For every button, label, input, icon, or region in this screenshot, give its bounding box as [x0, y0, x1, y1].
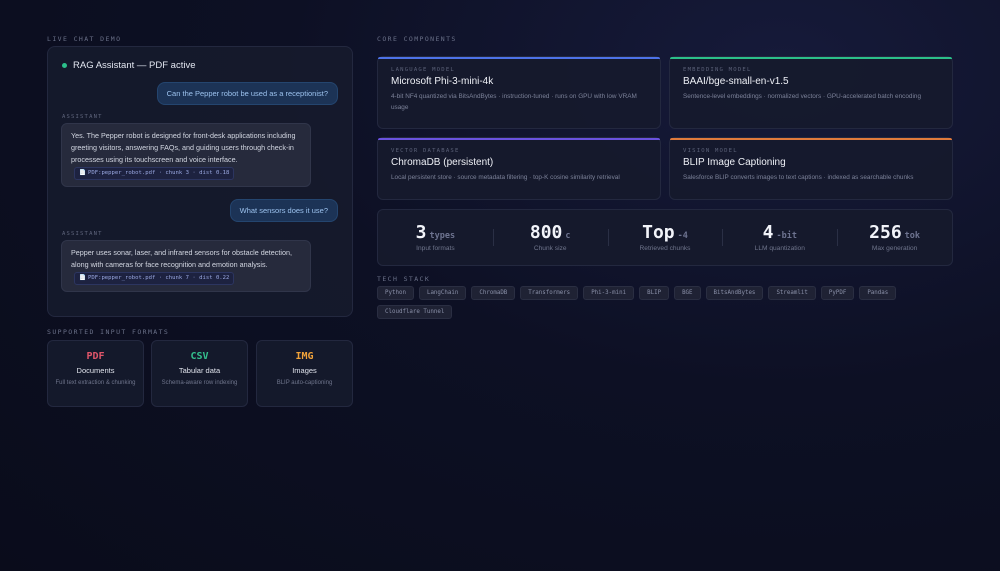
tech-chip-chromadb: ChromaDB	[471, 286, 516, 300]
accent-line	[670, 138, 952, 140]
format-card-img: IMG Images BLIP auto-captioning	[256, 340, 353, 407]
component-card-embedding-model: EMBEDDING MODEL BAAI/bge-small-en-v1.5 S…	[669, 56, 953, 129]
stat-input-formats: 3 types Input formats	[378, 222, 493, 253]
component-desc: Sentence-level embeddings · normalized v…	[683, 93, 921, 100]
stat-label: LLM quantization	[754, 245, 805, 252]
stat-label: Retrieved chunks	[639, 245, 691, 252]
tech-chip-phi-3-mini: Phi-3-mini	[583, 286, 635, 300]
stat-unit: -bit	[776, 231, 797, 241]
assistant-message-text: Pepper uses sonar, laser, and infrared s…	[71, 248, 292, 269]
user-message: Can the Pepper robot be used as a recept…	[156, 82, 338, 105]
stat-label: Max generation	[871, 245, 918, 252]
component-desc: Local persistent store · source metadata…	[391, 174, 620, 181]
citation-text: PDF:pepper_robot.pdf · chunk 3 · dist 0.…	[87, 170, 230, 176]
stat-max-generation: 256 tok Max generation	[837, 223, 952, 252]
supported-formats-section-label: SUPPORTED INPUT FORMATS	[47, 328, 170, 336]
format-desc: Schema-aware row indexing	[161, 380, 238, 386]
format-card-csv: CSV Tabular data Schema-aware row indexi…	[151, 340, 248, 407]
format-card-pdf: PDF Documents Full text extraction & chu…	[47, 340, 144, 407]
component-title: ChromaDB (persistent)	[391, 157, 494, 168]
stat-label: Input formats	[416, 245, 455, 252]
component-card-language-model: LANGUAGE MODEL Microsoft Phi-3-mini-4k 4…	[377, 56, 661, 129]
chat-title: RAG Assistant — PDF active	[73, 60, 196, 71]
stat-retrieved-chunks: Top -4 Retrieved chunks	[607, 222, 723, 252]
tech-chip-cloudflare-tunnel: Cloudflare Tunnel	[377, 305, 453, 319]
tech-chip-blip: BLIP	[639, 286, 670, 300]
document-icon: 📄	[79, 275, 86, 281]
component-title: BLIP Image Captioning	[683, 157, 786, 168]
tech-chip-bitsandbytes: BitsAndBytes	[705, 286, 764, 300]
user-message: What sensors does it use?	[229, 199, 338, 222]
assistant-role-label: ASSISTANT	[62, 114, 103, 120]
component-desc: Salesforce BLIP converts images to text …	[683, 174, 914, 181]
stat-unit: -4	[677, 231, 688, 241]
core-components-section-label: CORE COMPONENTS	[377, 35, 457, 43]
source-citation[interactable]: 📄 PDF:pepper_robot.pdf · chunk 7 · dist 0…	[74, 272, 235, 285]
format-name: Images	[292, 366, 317, 375]
tech-chip-pypdf: PyPDF	[820, 286, 855, 300]
stats-panel: 3 types Input formats 800 c Chunk size Top…	[377, 209, 953, 266]
tech-chip-bge: BGE	[674, 286, 701, 300]
stat-value: 3	[415, 222, 427, 243]
tech-chip-streamlit: Streamlit	[768, 286, 816, 300]
component-desc: 4-bit NF4 quantized via BitsAndBytes · i…	[391, 93, 637, 111]
component-card-vision-model: VISION MODEL BLIP Image Captioning Sales…	[669, 137, 953, 200]
format-code: IMG	[295, 351, 314, 362]
stat-unit: c	[565, 231, 571, 241]
format-name: Documents	[76, 366, 115, 375]
stat-unit: types	[429, 231, 456, 241]
component-kicker: VISION MODEL	[683, 148, 738, 154]
accent-line	[670, 57, 952, 59]
chat-header: RAG Assistant — PDF active	[62, 60, 195, 71]
format-name: Tabular data	[178, 366, 221, 375]
source-citation[interactable]: 📄 PDF:pepper_robot.pdf · chunk 3 · dist 0…	[74, 167, 235, 180]
component-title: Microsoft Phi-3-mini-4k	[391, 76, 494, 87]
assistant-role-label: ASSISTANT	[62, 231, 103, 237]
stat-chunk-size: 800 c Chunk size	[492, 222, 608, 252]
component-kicker: EMBEDDING MODEL	[683, 67, 752, 73]
accent-line	[378, 138, 660, 140]
assistant-message: Pepper uses sonar, laser, and infrared s…	[61, 240, 311, 292]
component-card-vector-database: VECTOR DATABASE ChromaDB (persistent) Lo…	[377, 137, 661, 200]
live-chat-section-label: LIVE CHAT DEMO	[47, 35, 122, 43]
chat-panel: RAG Assistant — PDF active Can the Peppe…	[47, 46, 353, 317]
tech-stack-list: Python LangChain ChromaDB Transformers P…	[377, 286, 917, 319]
tech-chip-python: Python	[377, 286, 414, 300]
tech-stack-section-label: TECH STACK	[377, 275, 431, 283]
tech-chip-transformers: Transformers	[520, 286, 579, 300]
format-code: PDF	[86, 351, 105, 362]
tech-chip-pandas: Pandas	[859, 286, 897, 300]
component-title: BAAI/bge-small-en-v1.5	[683, 76, 789, 87]
stat-unit: tok	[904, 231, 921, 241]
format-desc: Full text extraction & chunking	[55, 380, 136, 386]
document-icon: 📄	[79, 170, 86, 176]
status-dot-icon	[62, 63, 67, 68]
component-kicker: LANGUAGE MODEL	[391, 67, 455, 73]
assistant-message: Yes. The Pepper robot is designed for fr…	[61, 123, 311, 187]
stat-label: Chunk size	[533, 245, 567, 252]
stat-value: 256	[869, 222, 902, 243]
assistant-message-text: Yes. The Pepper robot is designed for fr…	[71, 131, 296, 164]
accent-line	[378, 57, 660, 59]
component-kicker: VECTOR DATABASE	[391, 148, 460, 154]
stat-value: 800	[529, 222, 563, 243]
stat-value: Top	[642, 222, 675, 243]
citation-text: PDF:pepper_robot.pdf · chunk 7 · dist 0.…	[87, 275, 230, 281]
stat-value: 4	[762, 222, 774, 243]
stat-llm-quantization: 4 -bit LLM quantization	[722, 223, 837, 252]
format-code: CSV	[190, 351, 209, 362]
tech-chip-langchain: LangChain	[418, 286, 467, 300]
format-desc: BLIP auto-captioning	[276, 380, 333, 386]
